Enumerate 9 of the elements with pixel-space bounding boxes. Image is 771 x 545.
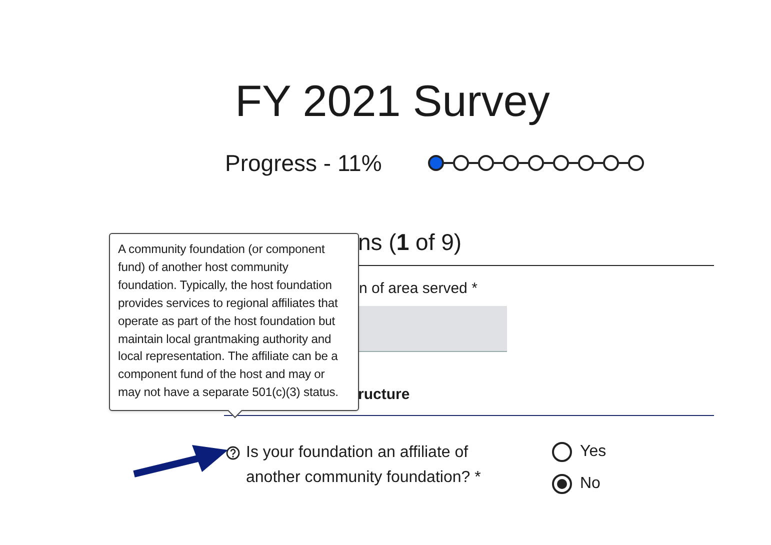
subsection-heading: ructure xyxy=(358,385,411,405)
option-label: No xyxy=(580,474,600,494)
question-text: Is your foundation an affiliate of another community foundation? * xyxy=(246,442,482,488)
page-title: FY 2021 Survey xyxy=(235,76,550,128)
progress-label: Progress - 11% xyxy=(225,149,382,178)
field-label: n of area served * xyxy=(359,278,478,298)
section-heading: ns (1 of 9) xyxy=(358,228,463,256)
tooltip-text: A community foundation (or component fund) of another host community foundation. Typically, the host foundation provides services to regional affiliates that operate as part of the host foundation but maintain local grantmaking authority and local representation. The affiliate can be a component fund of the host and may or may not have a separate 501(c)(3) status. xyxy=(118,241,340,402)
option-label: Yes xyxy=(580,442,606,462)
